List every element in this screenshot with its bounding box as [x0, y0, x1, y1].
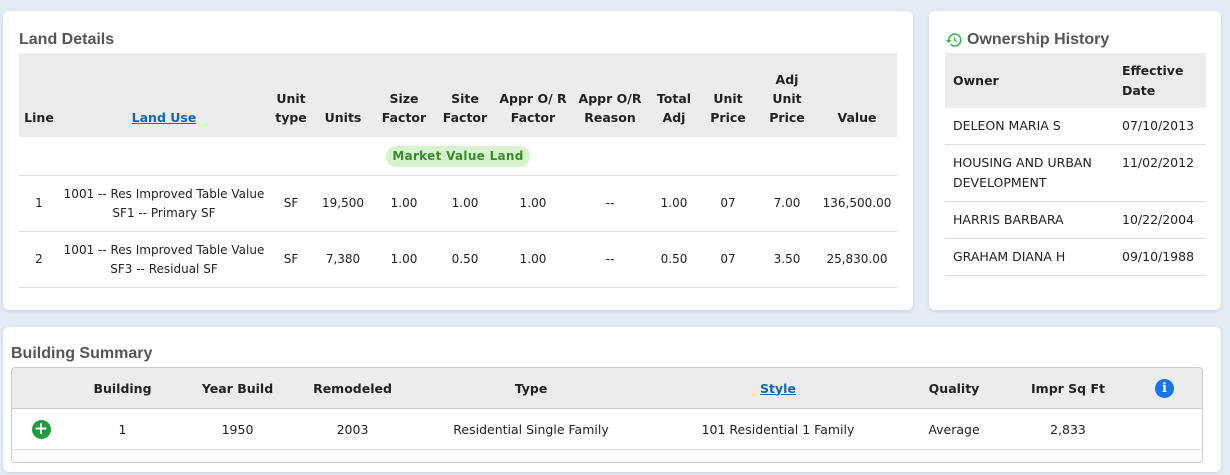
- cell-style: 101 Residential 1 Family: [657, 408, 899, 450]
- col-header-appr-factor: Appr O/ R Factor: [495, 53, 571, 137]
- land-details-title: Land Details: [19, 31, 115, 48]
- building-summary-title: Building Summary: [11, 345, 153, 362]
- land-details-card: Land Details Line Land Use Unit type Uni…: [3, 11, 913, 310]
- cell-unit-price: 07: [699, 175, 757, 232]
- building-summary-card: Building Summary Building Year Build Rem…: [3, 327, 1221, 472]
- col-header-units: Units: [313, 53, 373, 137]
- cell-appr-reason: --: [571, 231, 649, 288]
- cell-unit-price: 07: [699, 231, 757, 288]
- cell-owner: HARRIS BARBARA: [945, 201, 1114, 239]
- cell-site-factor: 1.00: [435, 175, 495, 232]
- col-header-owner: Owner: [945, 53, 1114, 108]
- table-row: + 1 1950 2003 Residential Single Family …: [12, 408, 1202, 450]
- col-header-type: Type: [405, 368, 657, 409]
- cell-owner: HOUSING AND URBAN DEVELOPMENT: [945, 144, 1114, 202]
- col-header-adj-unit-price: Adj Unit Price: [757, 53, 817, 137]
- cell-size-factor: 1.00: [373, 231, 435, 288]
- col-header-land-use[interactable]: Land Use: [59, 53, 269, 137]
- building-table: Building Year Build Remodeled Type Style…: [12, 368, 1202, 450]
- info-icon[interactable]: i: [1155, 378, 1174, 398]
- cell-size-factor: 1.00: [373, 175, 435, 232]
- col-header-appr-reason: Appr O/R Reason: [571, 53, 649, 137]
- building-table-wrapper: Building Year Build Remodeled Type Style…: [11, 367, 1203, 463]
- land-details-table: Line Land Use Unit type Units Size Facto…: [19, 53, 897, 288]
- table-row: 2 1001 -- Res Improved Table Value SF3 -…: [19, 231, 897, 288]
- history-icon: [945, 33, 962, 47]
- col-header-line: Line: [19, 53, 59, 137]
- cell-land-use: 1001 -- Res Improved Table Value SF3 -- …: [59, 231, 269, 288]
- col-header-size-factor: Size Factor: [373, 53, 435, 137]
- cell-adj-unit-price: 3.50: [757, 231, 817, 288]
- col-header-year-build: Year Build: [175, 368, 300, 409]
- ownership-history-card: Ownership History Owner Effective Date D…: [929, 11, 1221, 310]
- cell-date: 10/22/2004: [1114, 201, 1206, 239]
- col-header-site-factor: Site Factor: [435, 53, 495, 137]
- col-header-total-adj: Total Adj: [649, 53, 699, 137]
- cell-unit-type: SF: [269, 175, 313, 232]
- expand-plus-icon[interactable]: +: [31, 419, 51, 439]
- cell-value: 136,500.00: [817, 175, 897, 232]
- ownership-table: Owner Effective Date DELEON MARIA S 07/1…: [945, 53, 1206, 276]
- cell-type: Residential Single Family: [405, 408, 657, 450]
- col-header-unit-type: Unit type: [269, 53, 313, 137]
- ownership-history-label: Ownership History: [967, 31, 1110, 48]
- col-header-remodeled: Remodeled: [300, 368, 405, 409]
- market-value-land-badge: Market Value Land: [386, 145, 530, 167]
- cell-owner: GRAHAM DIANA H: [945, 238, 1114, 276]
- cell-total-adj: 1.00: [649, 175, 699, 232]
- cell-appr-reason: --: [571, 175, 649, 232]
- cell-appr-factor: 1.00: [495, 231, 571, 288]
- cell-total-adj: 0.50: [649, 231, 699, 288]
- col-header-quality: Quality: [899, 368, 1009, 409]
- col-header-value: Value: [817, 53, 897, 137]
- cell-site-factor: 0.50: [435, 231, 495, 288]
- cell-date: 11/02/2012: [1114, 144, 1206, 202]
- cell-impr-sq-ft: 2,833: [1009, 408, 1127, 450]
- col-header-effective-date: Effective Date: [1114, 53, 1206, 108]
- cell-date: 09/10/1988: [1114, 238, 1206, 276]
- cell-units: 19,500: [313, 175, 373, 232]
- cell-owner: DELEON MARIA S: [945, 108, 1114, 145]
- col-header-building: Building: [70, 368, 175, 409]
- cell-land-use: 1001 -- Res Improved Table Value SF1 -- …: [59, 175, 269, 232]
- cell-appr-factor: 1.00: [495, 175, 571, 232]
- table-row: 1 1001 -- Res Improved Table Value SF1 -…: [19, 175, 897, 232]
- cell-date: 07/10/2013: [1114, 108, 1206, 145]
- table-row: GRAHAM DIANA H 09/10/1988: [945, 238, 1206, 276]
- cell-building: 1: [70, 408, 175, 450]
- cell-quality: Average: [899, 408, 1009, 450]
- table-row: HARRIS BARBARA 10/22/2004: [945, 201, 1206, 239]
- cell-adj-unit-price: 7.00: [757, 175, 817, 232]
- col-header-unit-price: Unit Price: [699, 53, 757, 137]
- cell-unit-type: SF: [269, 231, 313, 288]
- col-header-style[interactable]: Style: [657, 368, 899, 409]
- ownership-history-title: Ownership History: [945, 31, 1109, 49]
- cell-line: 1: [19, 175, 59, 232]
- table-row: HOUSING AND URBAN DEVELOPMENT 11/02/2012: [945, 144, 1206, 202]
- col-header-impr-sq-ft: Impr Sq Ft: [1009, 368, 1127, 409]
- cell-value: 25,830.00: [817, 231, 897, 288]
- cell-units: 7,380: [313, 231, 373, 288]
- cell-year-build: 1950: [175, 408, 300, 450]
- cell-line: 2: [19, 231, 59, 288]
- table-row: DELEON MARIA S 07/10/2013: [945, 108, 1206, 145]
- cell-remodeled: 2003: [300, 408, 405, 450]
